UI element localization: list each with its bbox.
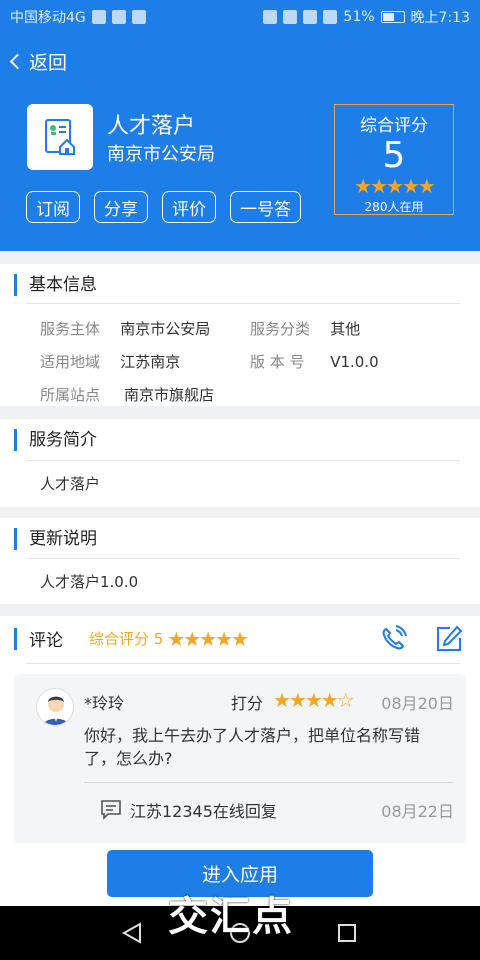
recents-nav-icon[interactable]: [338, 924, 356, 942]
reply-icon: [101, 800, 121, 820]
score-value: 5: [382, 135, 406, 176]
edit-icon[interactable]: [434, 624, 464, 654]
service-intro-text: 人才落户: [40, 475, 101, 493]
info-value: 南京市旗舰店: [124, 386, 215, 404]
reply-author: 江苏12345在线回复: [130, 802, 277, 821]
status-bar: 中国移动4G 51% 晚上7:13: [0, 0, 480, 34]
divider: [26, 663, 460, 664]
reply-date: 08月22日: [381, 802, 454, 821]
info-key: 版 本 号: [250, 353, 305, 371]
update-notes-card: 更新说明 人才落户1.0.0: [0, 518, 480, 604]
notification-icon: [91, 10, 106, 24]
phone-icon[interactable]: [378, 624, 408, 654]
document-house-icon: [45, 119, 75, 155]
comment-item: *玲玲 打分 ★★★★☆ 08月20日 你好，我上午去办了人才落户，把单位名称写…: [14, 674, 466, 843]
app-provider: 南京市公安局: [107, 144, 215, 165]
info-row: 服务主体 南京市公安局 服务分类 其他: [40, 312, 460, 345]
back-label: 返回: [29, 52, 68, 74]
info-value: 其他: [330, 320, 361, 338]
basic-info-card: 基本信息 服务主体 南京市公安局 服务分类 其他 适用地域 江苏南京 版 本 号…: [0, 264, 480, 406]
info-key: 所属站点: [40, 386, 101, 404]
comments-stars: ★★★★★: [167, 626, 249, 651]
filled-stars: ★★★★: [273, 688, 339, 712]
rate-button[interactable]: 评价: [162, 191, 216, 223]
section-title: 更新说明: [14, 528, 97, 550]
rating-label: 打分: [231, 694, 264, 713]
score-stars: ★★★★★: [354, 174, 436, 198]
battery-icon: [380, 11, 405, 23]
info-value: 南京市公安局: [120, 320, 211, 338]
divider: [26, 558, 460, 559]
info-key: 服务主体: [40, 320, 101, 338]
info-row: 适用地域 江苏南京 版 本 号 V1.0.0: [40, 345, 460, 378]
score-panel: 综合评分 5 ★★★★★ 280人在用: [334, 104, 454, 215]
update-notes-text: 人才落户1.0.0: [40, 573, 139, 591]
section-title: 基本信息: [14, 274, 97, 296]
divider: [26, 303, 460, 304]
comments-score: 综合评分 5: [89, 630, 164, 648]
subscribe-button[interactable]: 订阅: [26, 191, 80, 223]
comment-rating-stars: ★★★★☆: [273, 688, 355, 712]
comment-date: 08月20日: [381, 694, 454, 713]
info-value: V1.0.0: [330, 352, 379, 371]
divider: [84, 782, 454, 783]
chevron-left-icon: [9, 53, 26, 70]
info-value: 江苏南京: [120, 353, 181, 371]
comment-text: 你好，我上午去办了人才落户，把单位名称写错了，怎么办?: [84, 726, 421, 768]
app-icon: [27, 104, 93, 170]
message-icon: [131, 10, 146, 24]
info-grid: 服务主体 南京市公安局 服务分类 其他 适用地域 江苏南京 版 本 号 V1.0…: [40, 312, 460, 411]
service-intro-card: 服务简介 人才落户: [0, 419, 480, 507]
action-buttons: 订阅 分享 评价 一号答: [26, 191, 301, 223]
comment-user: *玲玲: [84, 694, 125, 713]
user-avatar-icon: [42, 696, 70, 725]
carrier-label: 中国移动4G: [10, 10, 86, 26]
score-label: 综合评分: [360, 116, 428, 136]
user-count: 280人在用: [364, 200, 424, 214]
app-header: 返回 人才落户 南京市公安局 综合评分 5 ★★★★★ 280人在用 订阅 分享…: [0, 34, 480, 251]
info-row: 所属站点 南京市旗舰店: [40, 378, 460, 411]
share-button[interactable]: 分享: [94, 191, 148, 223]
clock: 晚上7:13: [410, 10, 470, 26]
one-number-answer-button[interactable]: 一号答: [230, 191, 301, 223]
section-title: 服务简介: [14, 429, 97, 451]
watermark-logo: 交汇点: [168, 893, 294, 940]
signal-icon: [323, 10, 338, 24]
info-key: 服务分类: [250, 320, 311, 338]
avatar: [36, 688, 74, 726]
section-marker: [14, 627, 17, 650]
app-notification-icon: [111, 10, 126, 24]
app-title: 人才落户: [107, 114, 196, 139]
back-button[interactable]: 返回: [8, 48, 67, 75]
comments-card: 评论 综合评分 5 ★★★★★ *玲玲 打分 ★★★★☆ 08月20日 你好，我…: [0, 616, 480, 843]
wifi-icon: [303, 10, 318, 24]
battery-percent: 51%: [343, 9, 375, 25]
comments-header: 评论 综合评分 5 ★★★★★: [14, 626, 249, 651]
section-title: 评论: [29, 631, 63, 651]
divider: [26, 460, 460, 461]
bluetooth-icon: [283, 10, 298, 24]
location-icon: [263, 10, 278, 24]
back-nav-icon[interactable]: [121, 922, 141, 944]
empty-star: ☆: [336, 688, 355, 712]
info-key: 适用地域: [40, 353, 101, 371]
